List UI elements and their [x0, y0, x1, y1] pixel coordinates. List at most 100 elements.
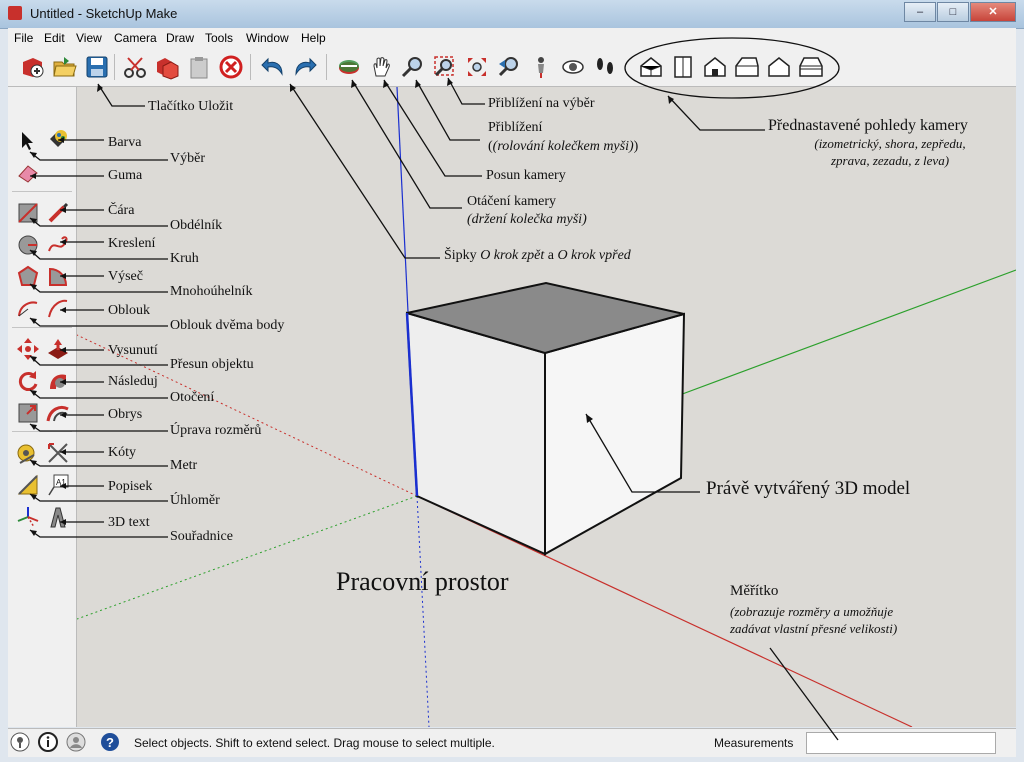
label-push-pull: Vysunutí: [108, 343, 158, 358]
menu-bar: File Edit View Camera Draw Tools Window …: [8, 28, 1016, 48]
left-view-icon[interactable]: [798, 54, 824, 80]
axes-icon[interactable]: [16, 505, 40, 529]
undo-icon[interactable]: [260, 54, 286, 80]
measurements-input[interactable]: [806, 732, 996, 754]
label-rotate: Otočení: [170, 390, 215, 405]
eraser-icon[interactable]: [16, 161, 40, 185]
label-pan: Posun kamery: [486, 168, 566, 183]
label-axes: Souřadnice: [170, 529, 233, 544]
label-two-point-arc: Oblouk dvěma body: [170, 318, 285, 333]
right-view-icon[interactable]: [734, 54, 760, 80]
blue-axis-negative: [416, 495, 430, 727]
zoom-extents-icon[interactable]: [464, 54, 490, 80]
paint-bucket-icon[interactable]: [46, 127, 70, 151]
green-axis-positive: [676, 269, 1016, 397]
text-icon[interactable]: A1: [46, 473, 70, 497]
geo-location-icon[interactable]: [10, 732, 30, 752]
label-dimensions: Kóty: [108, 445, 136, 460]
dimension-icon[interactable]: [46, 441, 70, 465]
menu-camera[interactable]: Camera: [114, 31, 157, 45]
cube-right-face: [544, 312, 686, 556]
zoom-icon[interactable]: [400, 54, 426, 80]
freehand-icon[interactable]: [46, 233, 70, 257]
label-move: Přesun objektu: [170, 357, 254, 372]
label-camera-views: Přednastavené pohledy kamery: [768, 117, 968, 134]
label-orbit-hint: (držení kolečka myši): [467, 212, 587, 227]
tape-measure-icon[interactable]: [16, 441, 40, 465]
cut-icon[interactable]: [122, 54, 148, 80]
label-undo-redo: Šipky O krok zpět a O krok vpřed: [444, 248, 631, 263]
svg-text:A1: A1: [56, 478, 66, 487]
erase-icon[interactable]: [218, 54, 244, 80]
minimize-button[interactable]: ‒: [904, 2, 936, 22]
label-polygon: Mnohoúhelník: [170, 284, 253, 299]
pie-icon[interactable]: [46, 265, 70, 289]
3d-text-icon[interactable]: [46, 505, 70, 529]
getting-started-icon[interactable]: [20, 54, 46, 80]
sketchup-logo-icon: [8, 6, 22, 20]
menu-help[interactable]: Help: [301, 31, 326, 45]
walk-icon[interactable]: [592, 54, 618, 80]
look-around-icon[interactable]: [560, 54, 586, 80]
rotate-icon[interactable]: [16, 369, 40, 393]
status-message: Select objects. Shift to extend select. …: [134, 736, 495, 750]
measurements-label: Measurements: [714, 736, 794, 750]
orbit-icon[interactable]: [336, 54, 362, 80]
push-pull-icon[interactable]: [46, 337, 70, 361]
menu-window[interactable]: Window: [246, 31, 289, 45]
arc-icon[interactable]: [16, 297, 40, 321]
offset-icon[interactable]: [46, 401, 70, 425]
label-measurements: Měřítko: [730, 583, 779, 599]
label-pie: Výseč: [108, 269, 143, 284]
line-icon[interactable]: [46, 201, 70, 225]
label-zoom-hint: ((rolování kolečkem myši)): [488, 139, 639, 154]
label-circle: Kruh: [170, 251, 199, 266]
scale-icon[interactable]: [16, 401, 40, 425]
select-icon[interactable]: [16, 129, 40, 153]
protractor-icon[interactable]: [16, 473, 40, 497]
menu-view[interactable]: View: [76, 31, 102, 45]
label-follow-me: Následuj: [108, 374, 158, 389]
rectangle-icon[interactable]: [16, 201, 40, 225]
label-protractor: Úhloměr: [170, 493, 220, 508]
previous-view-icon[interactable]: [496, 54, 522, 80]
label-measurements-hint-1: (zobrazuje rozměry a umožňuje: [730, 604, 894, 619]
two-point-arc-icon[interactable]: [46, 297, 70, 321]
iso-view-icon[interactable]: [638, 54, 664, 80]
open-icon[interactable]: [52, 54, 78, 80]
status-bar: ? Select objects. Shift to extend select…: [8, 728, 1016, 757]
redo-icon[interactable]: [292, 54, 318, 80]
menu-draw[interactable]: Draw: [166, 31, 194, 45]
polygon-icon[interactable]: [16, 265, 40, 289]
save-icon[interactable]: [84, 54, 110, 80]
menu-tools[interactable]: Tools: [205, 31, 233, 45]
label-offset: Obrys: [108, 407, 143, 422]
copy-icon[interactable]: [154, 54, 180, 80]
cube-front-face: [405, 311, 546, 556]
front-view-icon[interactable]: [702, 54, 728, 80]
svg-text:?: ?: [106, 735, 114, 750]
move-icon[interactable]: [16, 337, 40, 361]
title-bar: Untitled - SketchUp Make ‒ □ ✕: [0, 0, 1024, 29]
user-sign-in-icon[interactable]: [66, 732, 86, 752]
maximize-button[interactable]: □: [937, 2, 969, 22]
label-paint: Barva: [108, 135, 142, 150]
follow-me-icon[interactable]: [46, 369, 70, 393]
credits-icon[interactable]: [38, 732, 58, 752]
top-view-icon[interactable]: [670, 54, 696, 80]
label-3d-model: Právě vytvářený 3D model: [706, 478, 911, 499]
menu-file[interactable]: File: [14, 31, 33, 45]
label-camera-views-hint-2: zprava, zezadu, z leva): [830, 153, 950, 168]
pan-icon[interactable]: [368, 54, 394, 80]
label-eraser: Guma: [108, 168, 143, 183]
circle-icon[interactable]: [16, 233, 40, 257]
paste-icon[interactable]: [186, 54, 212, 80]
label-zoom-window: Přiblížení na výběr: [488, 96, 595, 111]
label-workspace: Pracovní prostor: [336, 567, 509, 596]
zoom-window-icon[interactable]: [432, 54, 458, 80]
menu-edit[interactable]: Edit: [44, 31, 65, 45]
instructor-help-icon[interactable]: ?: [100, 732, 120, 752]
back-view-icon[interactable]: [766, 54, 792, 80]
close-button[interactable]: ✕: [970, 2, 1016, 22]
position-camera-icon[interactable]: [528, 54, 554, 80]
